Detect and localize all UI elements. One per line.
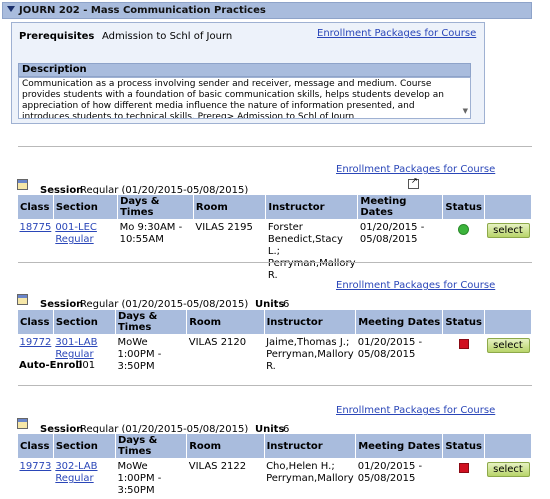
class-number-link[interactable]: 19773 xyxy=(20,461,52,472)
meeting-end: 05/08/2015 xyxy=(360,234,418,245)
col-room: Room xyxy=(193,195,265,220)
table-row: 19773 302-LABRegular MoWe 1:00PM -3:50PM… xyxy=(18,459,532,499)
calendar-icon xyxy=(17,294,28,305)
col-instructor: Instructor xyxy=(264,310,356,335)
col-section: Section xyxy=(53,310,115,335)
room: VILAS 2195 xyxy=(193,220,265,285)
col-days-times: Days & Times xyxy=(115,434,186,459)
prerequisites-label: Prerequisites xyxy=(19,31,94,42)
meeting-start: 01/20/2015 - xyxy=(358,461,422,472)
description-text: Communication as a process involving sen… xyxy=(22,79,444,119)
col-room: Room xyxy=(187,434,264,459)
enrollment-packages-link[interactable]: Enrollment Packages for Course xyxy=(336,405,495,416)
status-closed-icon xyxy=(459,339,469,349)
col-action xyxy=(485,434,532,459)
table-row: 18775 001-LECRegular Mo 9:30AM -10:55AM … xyxy=(18,220,532,285)
col-meeting-dates: Meeting Dates xyxy=(356,310,443,335)
col-class: Class xyxy=(18,434,54,459)
section-link[interactable]: 001-LEC xyxy=(55,222,97,233)
instructor-line: R. xyxy=(266,361,276,372)
course-header[interactable]: JOURN 202 - Mass Communication Practices xyxy=(2,2,532,19)
days: Mo 9:30AM - xyxy=(120,222,183,233)
section-type-link[interactable]: Regular xyxy=(55,234,93,245)
times: 10:55AM xyxy=(120,234,164,245)
room: VILAS 2120 xyxy=(187,335,264,376)
col-meeting-dates: Meeting Dates xyxy=(356,434,443,459)
col-room: Room xyxy=(187,310,264,335)
divider xyxy=(18,146,532,147)
times: 3:50PM xyxy=(117,485,154,496)
divider xyxy=(18,385,532,386)
instructor-line: Cho,Helen H.; xyxy=(266,461,335,472)
col-section: Section xyxy=(53,434,115,459)
col-class: Class xyxy=(18,310,54,335)
instructor-line: Perryman,Mallory xyxy=(266,349,354,360)
external-window-icon[interactable] xyxy=(408,179,419,189)
section-link[interactable]: 301-LAB xyxy=(55,337,97,348)
select-button[interactable]: select xyxy=(487,462,530,477)
scroll-down-icon[interactable]: ▼ xyxy=(463,106,468,117)
class-number-link[interactable]: 18775 xyxy=(20,222,52,233)
section-link[interactable]: 302-LAB xyxy=(55,461,97,472)
description-textarea[interactable]: Communication as a process involving sen… xyxy=(18,77,471,119)
instructor-line: Perryman,Mallory xyxy=(266,473,354,484)
col-days-times: Days & Times xyxy=(115,310,186,335)
col-status: Status xyxy=(443,195,485,220)
col-status: Status xyxy=(443,310,485,335)
table-header-row: Class Section Days & Times Room Instruct… xyxy=(18,310,532,335)
auto-enroll-value: 001 xyxy=(76,360,95,371)
calendar-icon xyxy=(17,179,28,190)
description-header: Description xyxy=(18,63,471,77)
auto-enroll-label: Auto-Enroll xyxy=(19,360,82,371)
meeting-end: 05/08/2015 xyxy=(358,473,416,484)
col-instructor: Instructor xyxy=(264,434,356,459)
room: VILAS 2122 xyxy=(187,459,264,499)
divider xyxy=(18,262,532,263)
enrollment-packages-link[interactable]: Enrollment Packages for Course xyxy=(336,280,495,291)
select-button[interactable]: select xyxy=(487,338,530,353)
select-button[interactable]: select xyxy=(487,223,530,238)
prerequisites-value: Admission to Schl of Journ xyxy=(102,31,232,42)
instructor-line: Benedict,Stacy L.; xyxy=(268,234,343,257)
col-action xyxy=(485,195,532,220)
col-status: Status xyxy=(443,434,485,459)
days: MoWe 1:00PM - xyxy=(117,337,161,360)
instructor-line: Jaime,Thomas J.; xyxy=(266,337,349,348)
table-header-row: Class Section Days & Times Room Instruct… xyxy=(18,195,532,220)
section-table: Class Section Days & Times Room Instruct… xyxy=(17,194,532,284)
col-meeting-dates: Meeting Dates xyxy=(358,195,443,220)
col-class: Class xyxy=(18,195,54,220)
enrollment-packages-link[interactable]: Enrollment Packages for Course xyxy=(317,28,476,39)
times: 3:50PM xyxy=(117,361,154,372)
enrollment-packages-link[interactable]: Enrollment Packages for Course xyxy=(336,164,495,175)
section-type-link[interactable]: Regular xyxy=(55,473,93,484)
class-number-link[interactable]: 19772 xyxy=(20,337,52,348)
meeting-start: 01/20/2015 - xyxy=(358,337,422,348)
col-instructor: Instructor xyxy=(266,195,358,220)
calendar-icon xyxy=(17,418,28,429)
status-closed-icon xyxy=(459,463,469,473)
status-open-icon xyxy=(458,224,469,235)
col-section: Section xyxy=(53,195,117,220)
table-header-row: Class Section Days & Times Room Instruct… xyxy=(18,434,532,459)
instructor-line: Forster xyxy=(268,222,303,233)
meeting-start: 01/20/2015 - xyxy=(360,222,424,233)
course-title: JOURN 202 - Mass Communication Practices xyxy=(19,5,266,16)
meeting-end: 05/08/2015 xyxy=(358,349,416,360)
collapse-triangle-icon[interactable] xyxy=(7,6,15,12)
col-action xyxy=(485,310,532,335)
days: MoWe 1:00PM - xyxy=(117,461,161,484)
section-type-link[interactable]: Regular xyxy=(55,349,93,360)
section-table: Class Section Days & Times Room Instruct… xyxy=(17,433,532,499)
col-days-times: Days & Times xyxy=(118,195,194,220)
